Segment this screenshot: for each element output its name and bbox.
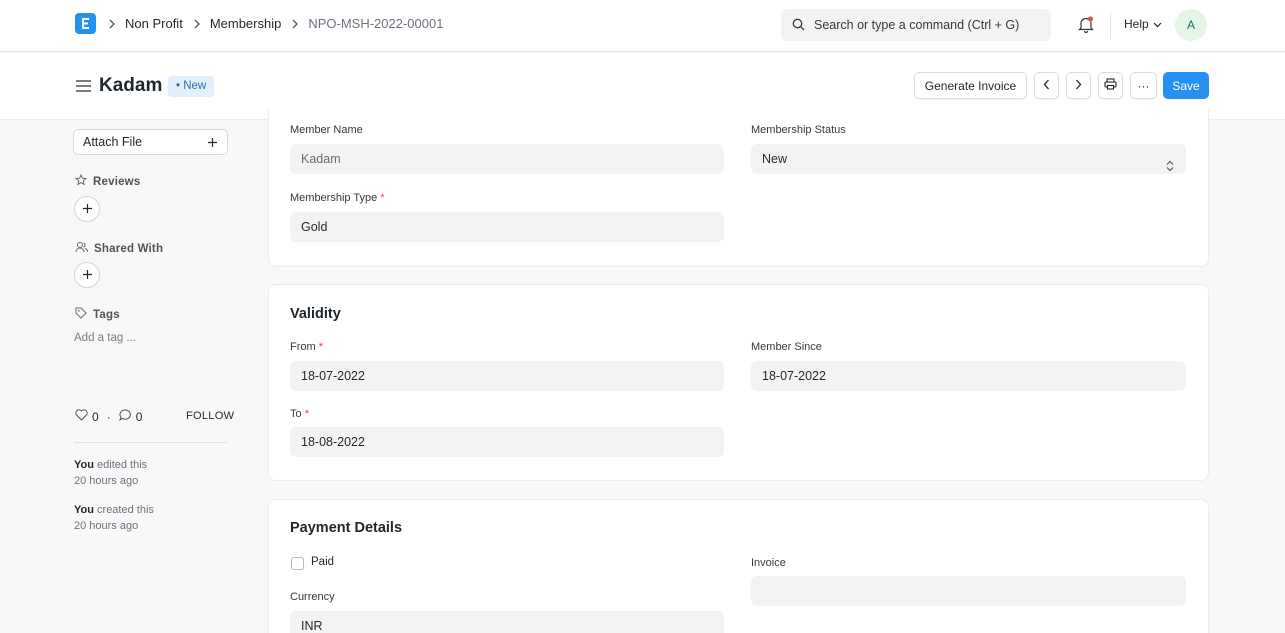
activity-item: You edited this 20 hours ago: [74, 457, 147, 489]
member-name-label: Member Name: [290, 124, 363, 136]
attach-file-label: Attach File: [83, 135, 143, 149]
page-title: Kadam: [99, 75, 163, 96]
activity-action: created this: [93, 504, 154, 516]
required-mark: *: [304, 408, 309, 420]
member-name-field[interactable]: Kadam: [290, 144, 724, 174]
membership-status-select[interactable]: New: [751, 144, 1186, 174]
activity-time: 20 hours ago: [74, 475, 139, 487]
paid-checkbox[interactable]: [291, 557, 304, 570]
membership-type-field[interactable]: Gold: [290, 212, 724, 242]
payment-details-section: Payment Details Paid Invoice Currency IN…: [268, 499, 1209, 633]
attach-file-button[interactable]: Attach File: [73, 129, 228, 155]
to-date-label: To *: [290, 408, 309, 420]
shared-with-label: Shared With: [94, 242, 164, 255]
add-tag-link[interactable]: Add a tag ...: [74, 332, 136, 344]
membership-status-value: New: [762, 152, 788, 166]
activity-user: You: [74, 504, 94, 516]
follow-button[interactable]: FOLLOW: [186, 410, 234, 422]
tag-icon: [75, 307, 87, 322]
status-badge: • New: [168, 76, 215, 97]
reviews-label: Reviews: [93, 175, 141, 188]
notification-bell-icon[interactable]: [1078, 16, 1094, 36]
validity-section: Validity From * 18-07-2022 Member Since …: [268, 284, 1209, 481]
chevron-right-icon: [1075, 79, 1082, 93]
printer-icon: [1104, 78, 1117, 93]
comments-count: 0: [135, 409, 143, 424]
activity-item: You created this 20 hours ago: [74, 502, 154, 534]
tags-label: Tags: [93, 308, 120, 321]
invoice-label: Invoice: [751, 557, 786, 569]
shared-with-heading: Shared With: [75, 241, 163, 256]
chevron-right-icon: [291, 17, 301, 31]
chevron-right-icon: [108, 17, 118, 31]
membership-section: Member Name Kadam Membership Status New …: [268, 110, 1209, 267]
tags-heading: Tags: [75, 307, 120, 322]
add-share-button[interactable]: [74, 262, 100, 288]
search-input[interactable]: Search or type a command (Ctrl + G): [781, 9, 1051, 41]
navbar: Non Profit Membership NPO-MSH-2022-00001…: [0, 0, 1285, 52]
to-date-field[interactable]: 18-08-2022: [290, 427, 724, 457]
help-label: Help: [1124, 17, 1149, 31]
required-mark: *: [380, 192, 385, 204]
payment-section-title[interactable]: Payment Details: [290, 520, 402, 536]
activity-time: 20 hours ago: [74, 520, 139, 532]
next-record-button[interactable]: [1066, 72, 1091, 99]
member-since-label: Member Since: [751, 341, 822, 353]
heart-icon[interactable]: [75, 409, 88, 424]
more-actions-button[interactable]: ···: [1130, 72, 1157, 99]
plus-icon: [82, 268, 93, 283]
breadcrumb-non-profit[interactable]: Non Profit: [125, 16, 183, 31]
paid-label[interactable]: Paid: [311, 556, 334, 568]
sidebar-toggle-icon[interactable]: [76, 80, 91, 95]
search-icon: [792, 18, 805, 34]
validity-section-title[interactable]: Validity: [290, 306, 341, 322]
breadcrumb-current-record[interactable]: NPO-MSH-2022-00001: [308, 16, 443, 31]
activity-user: You: [74, 459, 94, 471]
membership-type-label: Membership Type *: [290, 192, 385, 204]
navbar-divider: [1110, 13, 1111, 39]
search-placeholder: Search or type a command (Ctrl + G): [814, 18, 1020, 32]
print-button[interactable]: [1098, 72, 1123, 99]
from-date-label: From *: [290, 341, 324, 353]
sidebar-divider: [74, 442, 227, 443]
plus-icon: [207, 136, 218, 151]
breadcrumb-membership[interactable]: Membership: [210, 16, 282, 31]
likes-count: 0: [92, 409, 99, 424]
add-review-button[interactable]: [74, 196, 100, 222]
plus-icon: [82, 202, 93, 217]
separator-dot: ·: [106, 409, 111, 424]
save-button[interactable]: Save: [1163, 72, 1209, 99]
chevron-right-icon: [193, 17, 203, 31]
required-mark: *: [318, 341, 324, 353]
likes-comments: 0 · 0: [75, 409, 142, 424]
users-icon: [75, 241, 88, 256]
generate-invoice-button[interactable]: Generate Invoice: [914, 72, 1027, 99]
currency-field[interactable]: INR: [290, 611, 724, 633]
from-date-field[interactable]: 18-07-2022: [290, 361, 724, 391]
membership-status-label: Membership Status: [751, 124, 846, 136]
previous-record-button[interactable]: [1034, 72, 1059, 99]
star-icon: [74, 173, 88, 189]
app-logo[interactable]: [75, 13, 96, 34]
erpnext-logo-icon: [82, 18, 89, 29]
select-arrows-icon: [1166, 153, 1174, 183]
invoice-field[interactable]: [751, 576, 1186, 606]
comment-icon[interactable]: [118, 409, 132, 424]
chevron-left-icon: [1043, 79, 1050, 93]
activity-action: edited this: [93, 459, 148, 471]
currency-label: Currency: [290, 591, 335, 603]
reviews-heading: Reviews: [74, 173, 141, 189]
breadcrumb: Non Profit Membership NPO-MSH-2022-00001: [108, 16, 453, 31]
avatar[interactable]: A: [1175, 9, 1207, 41]
help-dropdown[interactable]: Help: [1124, 17, 1162, 31]
chevron-down-icon: [1153, 17, 1162, 31]
member-since-field[interactable]: 18-07-2022: [751, 361, 1186, 391]
